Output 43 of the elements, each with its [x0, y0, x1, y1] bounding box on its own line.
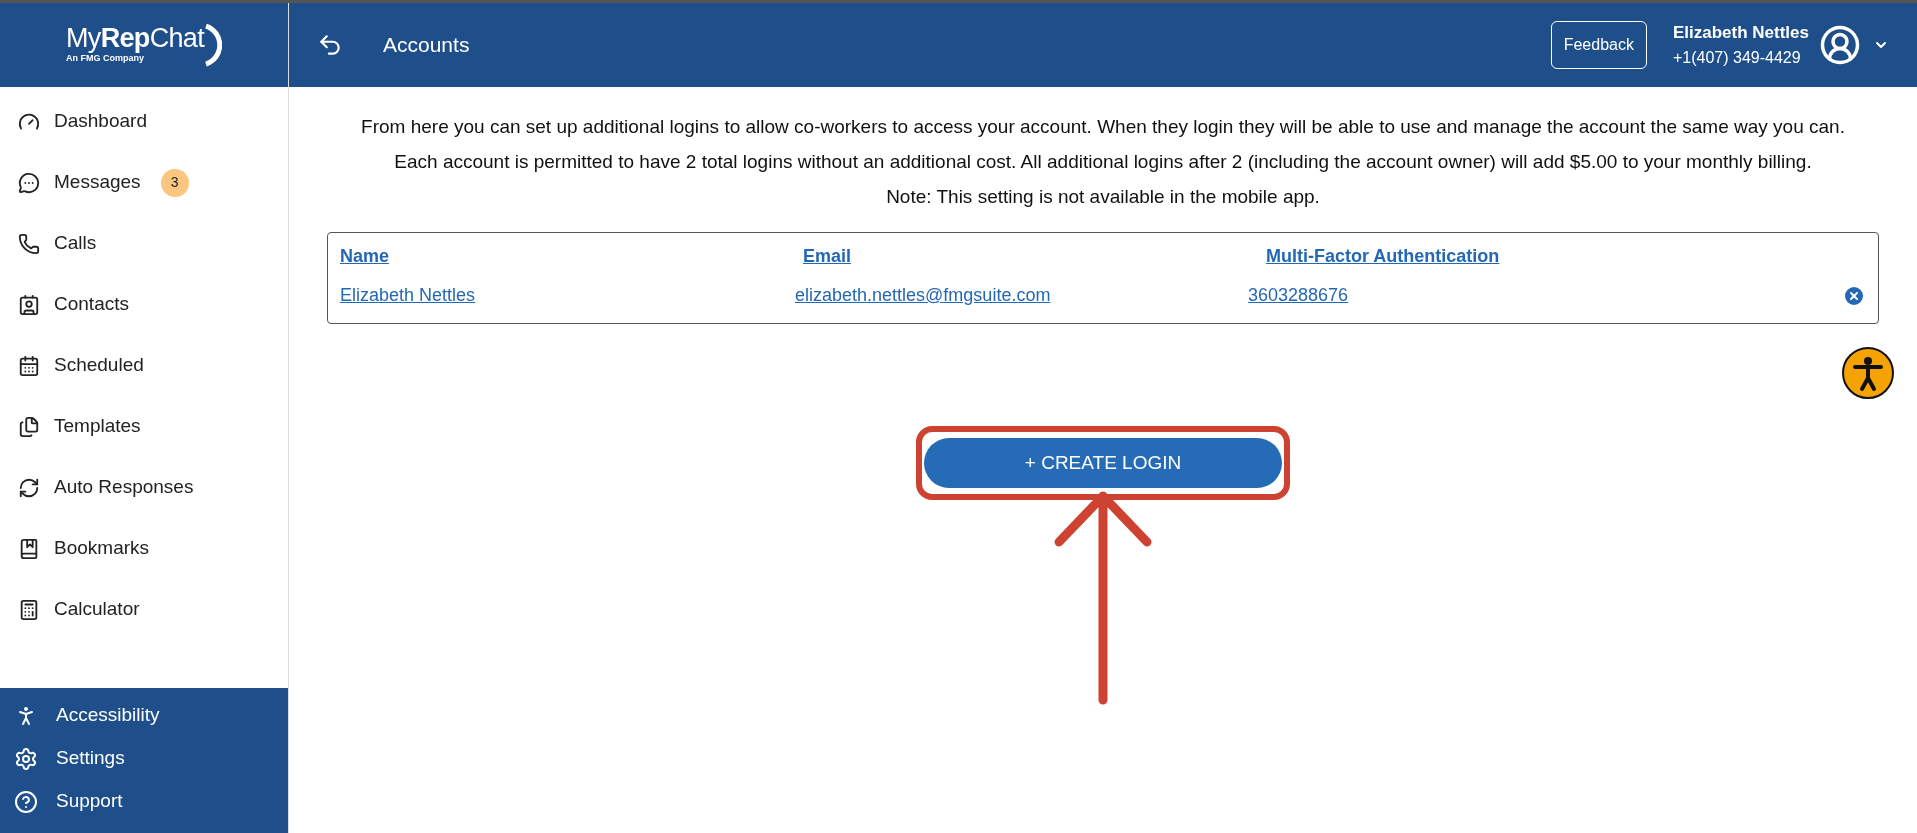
phone-icon — [18, 232, 40, 255]
sidebar-item[interactable]: Messages 3 — [0, 152, 288, 213]
sidebar-item[interactable]: Templates — [0, 396, 288, 457]
calculator-icon — [18, 598, 40, 621]
table-cell-link[interactable]: elizabeth.nettles@fmgsuite.com — [795, 282, 1051, 309]
logo-wordmark: MyRepChat — [66, 24, 204, 52]
logo-tagline: An FMG Company — [66, 52, 144, 65]
bookmark-icon — [18, 537, 40, 560]
sidebar-footer-item[interactable]: Support — [14, 785, 274, 818]
column-header[interactable]: Multi-Factor Authentication — [1266, 243, 1500, 270]
avatar-icon[interactable] — [1819, 24, 1861, 66]
sidebar-item[interactable]: Dashboard — [0, 91, 288, 152]
info-paragraph: From here you can set up additional logins to allow co-workers to access your account. When they login they will be able to use and manage the account the same way you can. — [360, 115, 1846, 138]
create-login-button[interactable]: + CREATE LOGIN — [924, 438, 1282, 488]
user-name: Elizabeth Nettles — [1672, 22, 1809, 44]
sidebar-item[interactable]: Contacts — [0, 274, 288, 335]
chat-bubble-icon — [18, 171, 40, 194]
table-cell-link[interactable]: 3603288676 — [1248, 282, 1349, 309]
page-title: Accounts — [383, 32, 470, 59]
user-phone: +1(407) 349-4429 — [1672, 47, 1802, 68]
logo-mark — [204, 22, 222, 68]
column-header[interactable]: Email — [803, 243, 852, 270]
accessibility-icon[interactable] — [1841, 346, 1895, 400]
column-header[interactable]: Name — [340, 243, 390, 270]
calendar-icon — [18, 354, 40, 377]
unread-count: 3 — [160, 168, 189, 197]
contact-card-icon — [18, 293, 40, 316]
feedback-button[interactable]: Feedback — [1550, 21, 1647, 69]
info-paragraph: Note: This setting is not available in the mobile app. — [885, 185, 1321, 208]
sidebar-item[interactable]: Bookmarks — [0, 518, 288, 579]
sidebar-footer-item[interactable]: Settings — [14, 742, 274, 775]
sidebar-item[interactable]: Calculator — [0, 579, 288, 640]
sidebar-footer-item[interactable]: Accessibility — [14, 699, 274, 732]
refresh-icon — [18, 476, 40, 499]
sidebar-item[interactable]: Scheduled — [0, 335, 288, 396]
table-cell-link[interactable]: Elizabeth Nettles — [340, 282, 476, 309]
sidebar-item[interactable]: Calls — [0, 213, 288, 274]
help-icon — [14, 789, 38, 814]
info-paragraph: Each account is permitted to have 2 total logins without an additional cost. All additional logins after 2 (including the account owner) will add $5.00 to your monthly billing. — [393, 150, 1813, 173]
back-icon[interactable] — [317, 32, 343, 58]
documents-icon — [18, 415, 40, 438]
sidebar-item[interactable]: Auto Responses — [0, 457, 288, 518]
settings-icon — [14, 746, 38, 771]
